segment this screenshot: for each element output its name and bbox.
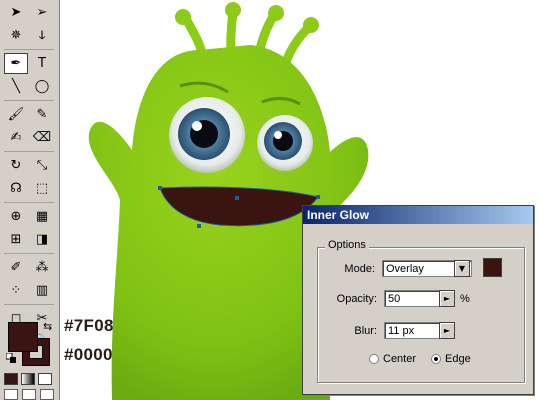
tool-separator	[4, 304, 54, 305]
tool-separator	[4, 49, 54, 50]
tools-panel: ➤➢✵ↆ✒T╲◯🖌✎✍⌫↻⤡☊⬚⊕▦⊞◨✐⁂⁘▥◻✂✋🔍 ⇆	[0, 0, 60, 400]
lasso-tool-icon[interactable]: ↆ	[30, 25, 54, 46]
column-graph-tool-icon[interactable]: ▥	[30, 280, 54, 301]
free-transform-tool-icon[interactable]: ⬚	[30, 178, 54, 199]
default-colors-icon[interactable]	[6, 353, 16, 363]
color-mode-row	[4, 373, 52, 385]
tool-grid: ➤➢✵ↆ✒T╲◯🖌✎✍⌫↻⤡☊⬚⊕▦⊞◨✐⁂⁘▥◻✂✋🔍	[4, 2, 56, 352]
scale-tool-icon[interactable]: ⤡	[30, 155, 54, 176]
color-mode-button[interactable]	[4, 373, 18, 385]
warp-tool-icon[interactable]: ☊	[4, 178, 28, 199]
glow-color-swatch[interactable]	[483, 258, 502, 277]
eyedropper-tool-icon[interactable]: ✐	[4, 257, 28, 278]
tool-separator	[4, 151, 54, 152]
opacity-slider-arrow-icon[interactable]: ►	[439, 290, 455, 307]
inner-glow-dialog: Inner Glow Options Mode: Overlay ▼ Opaci…	[302, 205, 534, 395]
opacity-field[interactable]: 50	[384, 290, 440, 307]
magic-wand-tool-icon[interactable]: ✵	[4, 25, 28, 46]
options-group-label: Options	[325, 239, 369, 251]
eraser-tool-icon[interactable]: ⌫	[30, 127, 54, 148]
selection-tool-icon[interactable]: ➤	[4, 2, 28, 23]
presentation-mode-button[interactable]	[40, 389, 54, 400]
screen-mode-row	[4, 389, 54, 400]
symbol-sprayer-tool-icon[interactable]: ⁘	[4, 280, 28, 301]
gradient-mode-button[interactable]	[21, 373, 35, 385]
opacity-unit: %	[460, 293, 470, 305]
perspective-grid-tool-icon[interactable]: ▦	[30, 206, 54, 227]
line-tool-icon[interactable]: ╲	[4, 76, 28, 97]
blend-tool-icon[interactable]: ⁂	[30, 257, 54, 278]
gradient-tool-icon[interactable]: ◨	[30, 229, 54, 250]
shape-builder-tool-icon[interactable]: ⊕	[4, 206, 28, 227]
center-label: Center	[383, 353, 417, 365]
fill-swatch[interactable]	[8, 322, 38, 352]
swap-fill-stroke-icon[interactable]: ⇆	[43, 320, 52, 333]
direct-selection-tool-icon[interactable]: ➢	[30, 2, 54, 23]
pen-tool-icon[interactable]: ✒	[4, 53, 28, 74]
opacity-label: Opacity:	[336, 293, 377, 305]
mode-label: Mode:	[344, 263, 375, 275]
tool-separator	[4, 100, 54, 101]
blur-field[interactable]: 11 px	[384, 322, 440, 339]
pencil-tool-icon[interactable]: ✎	[30, 104, 54, 125]
dialog-title[interactable]: Inner Glow	[303, 206, 533, 224]
paintbrush-tool-icon[interactable]: 🖌	[4, 104, 28, 125]
type-tool-icon[interactable]: T	[30, 53, 54, 74]
mode-dropdown-icon[interactable]: ▼	[454, 260, 470, 277]
blur-slider-arrow-icon[interactable]: ►	[439, 322, 455, 339]
blob-brush-tool-icon[interactable]: ✍	[4, 127, 28, 148]
edge-radio[interactable]	[431, 354, 441, 364]
rotate-tool-icon[interactable]: ↻	[4, 155, 28, 176]
full-screen-mode-button[interactable]	[22, 389, 36, 400]
normal-screen-mode-button[interactable]	[4, 389, 18, 400]
tool-separator	[4, 202, 54, 203]
none-mode-button[interactable]	[38, 373, 52, 385]
blur-label: Blur:	[354, 325, 377, 337]
tool-separator	[4, 253, 54, 254]
edge-label: Edge	[445, 353, 471, 365]
ellipse-tool-icon[interactable]: ◯	[30, 76, 54, 97]
center-radio[interactable]	[369, 354, 379, 364]
mesh-tool-icon[interactable]: ⊞	[4, 229, 28, 250]
